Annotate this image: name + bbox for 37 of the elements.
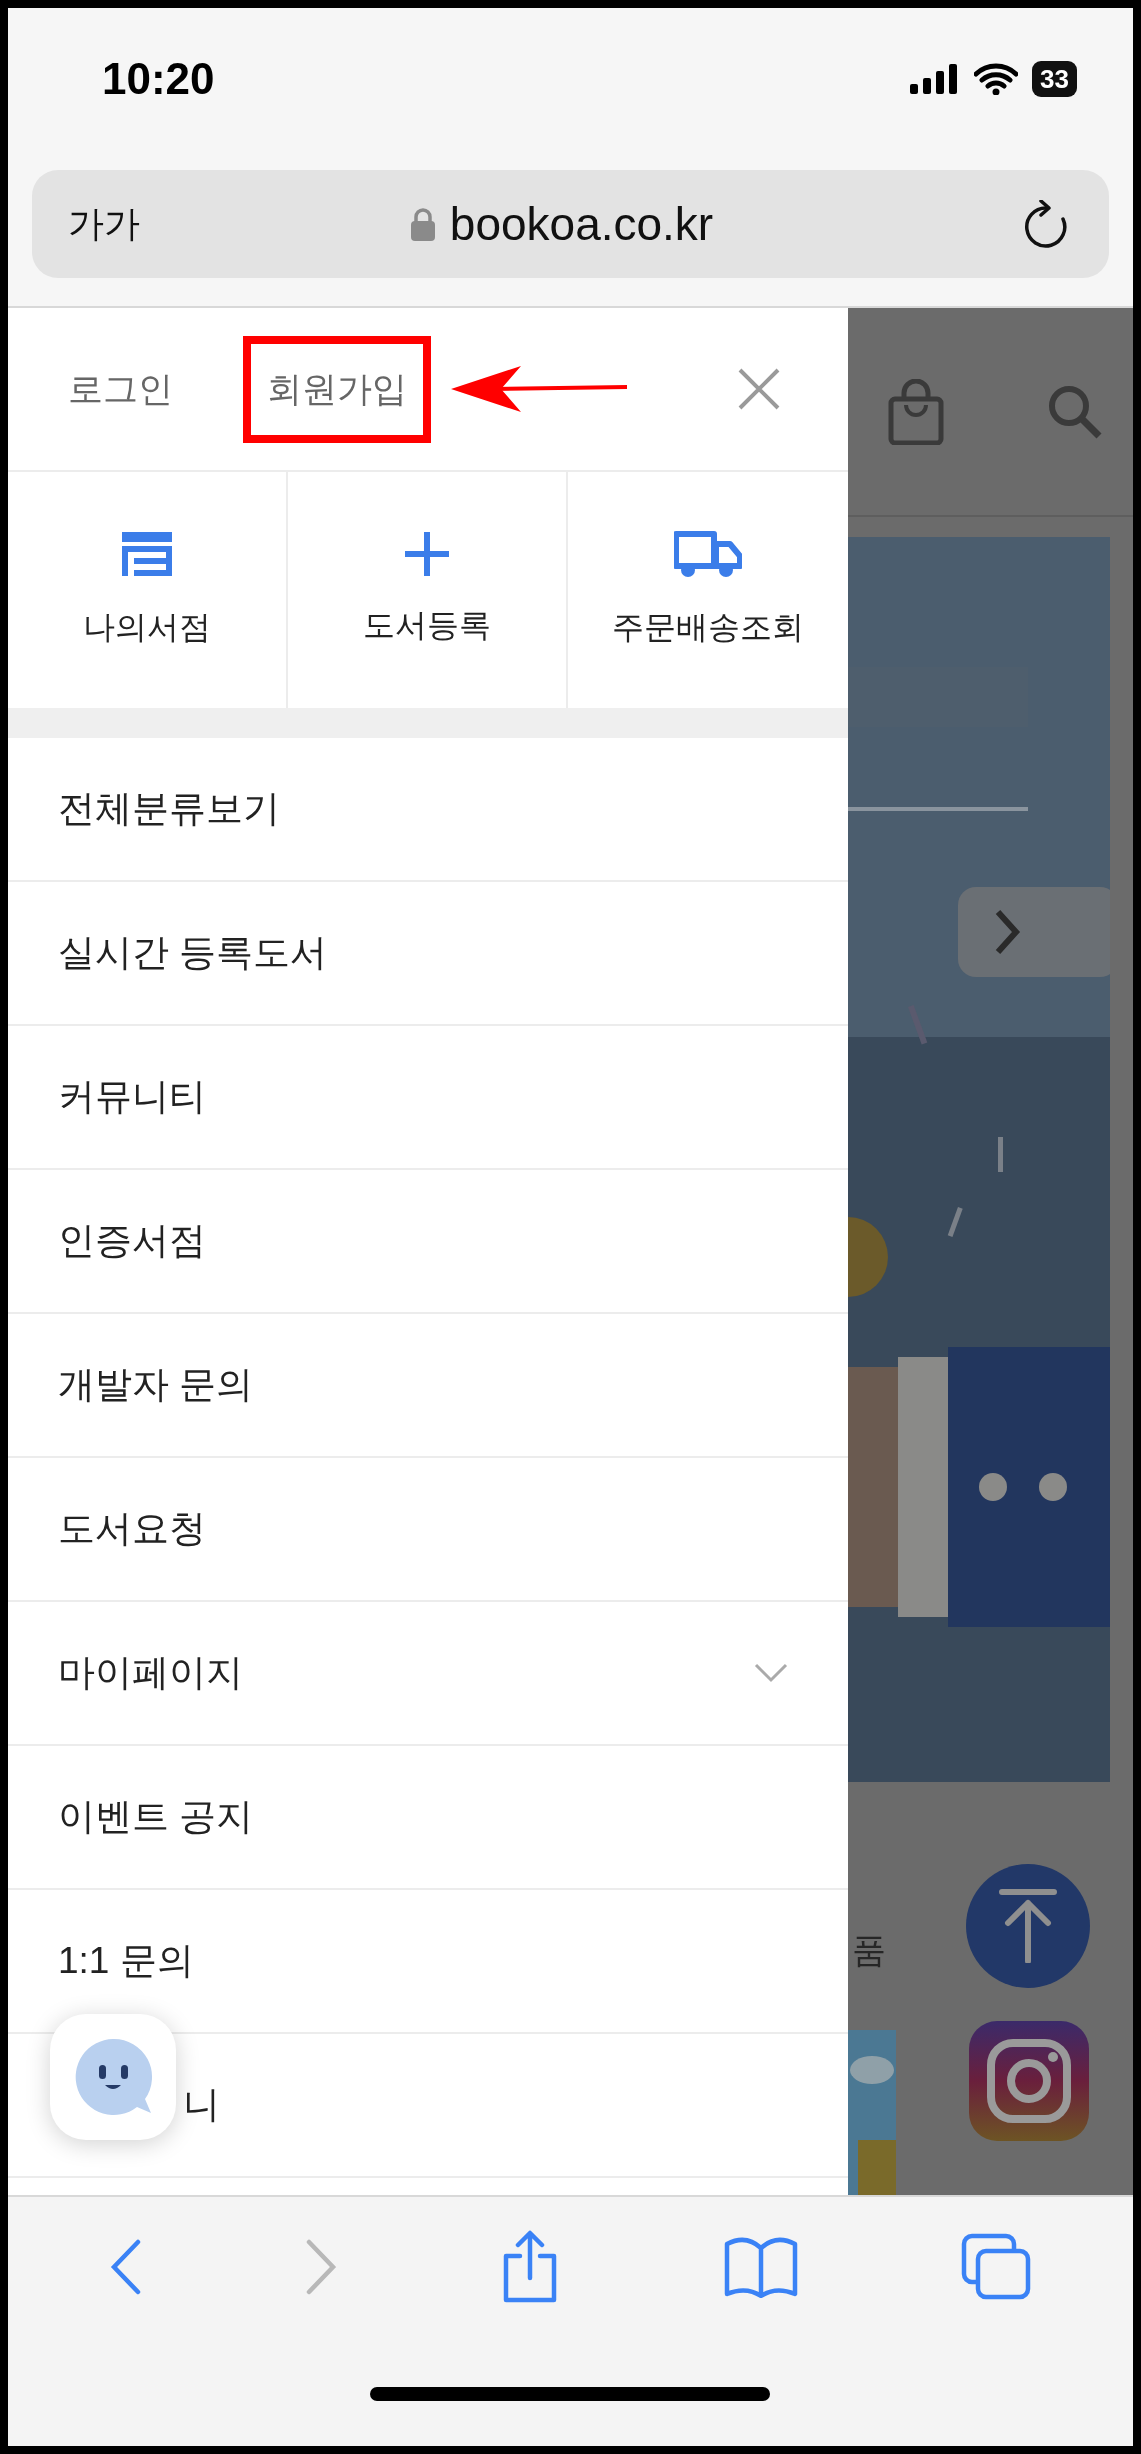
search-icon[interactable] (1047, 383, 1103, 440)
signup-link[interactable]: 회원가입 (243, 335, 431, 443)
address-bar[interactable]: 가가 bookoa.co.kr (32, 170, 1109, 278)
status-time: 10:20 (102, 54, 215, 104)
menu-item-label: 1:1 문의 (58, 1939, 194, 1983)
quick-link-label: 주문배송조회 (612, 608, 804, 647)
login-link[interactable]: 로그인 (68, 365, 173, 413)
text-size-button[interactable]: 가가 (68, 199, 140, 249)
battery-indicator: 33 (1032, 61, 1077, 97)
chevron-icon[interactable] (754, 1663, 788, 1683)
lock-icon (409, 207, 436, 241)
shopping-bag-icon[interactable] (888, 378, 944, 445)
menu-item-label: 전체분류보기 (58, 787, 280, 831)
wifi-icon (974, 63, 1019, 95)
store-icon (120, 530, 174, 578)
menu-item-label: 커뮤니티 (58, 1075, 206, 1119)
tabs-icon[interactable] (961, 2233, 1032, 2301)
arrow-up-icon (998, 1889, 1058, 1963)
quick-link-label: 나의서점 (83, 608, 211, 647)
menu-item-label: 도서요청 (58, 1507, 206, 1551)
menu-item-label: 개발자 문의 (58, 1363, 254, 1407)
menu-item-label: 실시간 등록도서 (58, 931, 328, 975)
book-icon[interactable] (723, 2236, 798, 2298)
url-text: bookoa.co.kr (449, 197, 714, 251)
menu-item-label: 마이페이지 (58, 1651, 243, 1695)
truck-icon (674, 530, 742, 578)
menu-item-label: 니 (183, 2083, 220, 2127)
menu-item-label: 이벤트 공지 (58, 1795, 254, 1839)
quick-link[interactable]: 주문배송조회 (568, 472, 848, 708)
quick-link-label: 도서등록 (363, 606, 491, 645)
plus-icon (405, 532, 449, 576)
reload-icon[interactable] (1023, 200, 1069, 248)
section-label: 품 (852, 1930, 886, 1971)
menu-item-label: 인증서점 (58, 1219, 206, 1263)
back-icon[interactable] (109, 2239, 142, 2295)
instagram-icon[interactable] (969, 2021, 1089, 2141)
close-icon[interactable] (738, 368, 780, 410)
